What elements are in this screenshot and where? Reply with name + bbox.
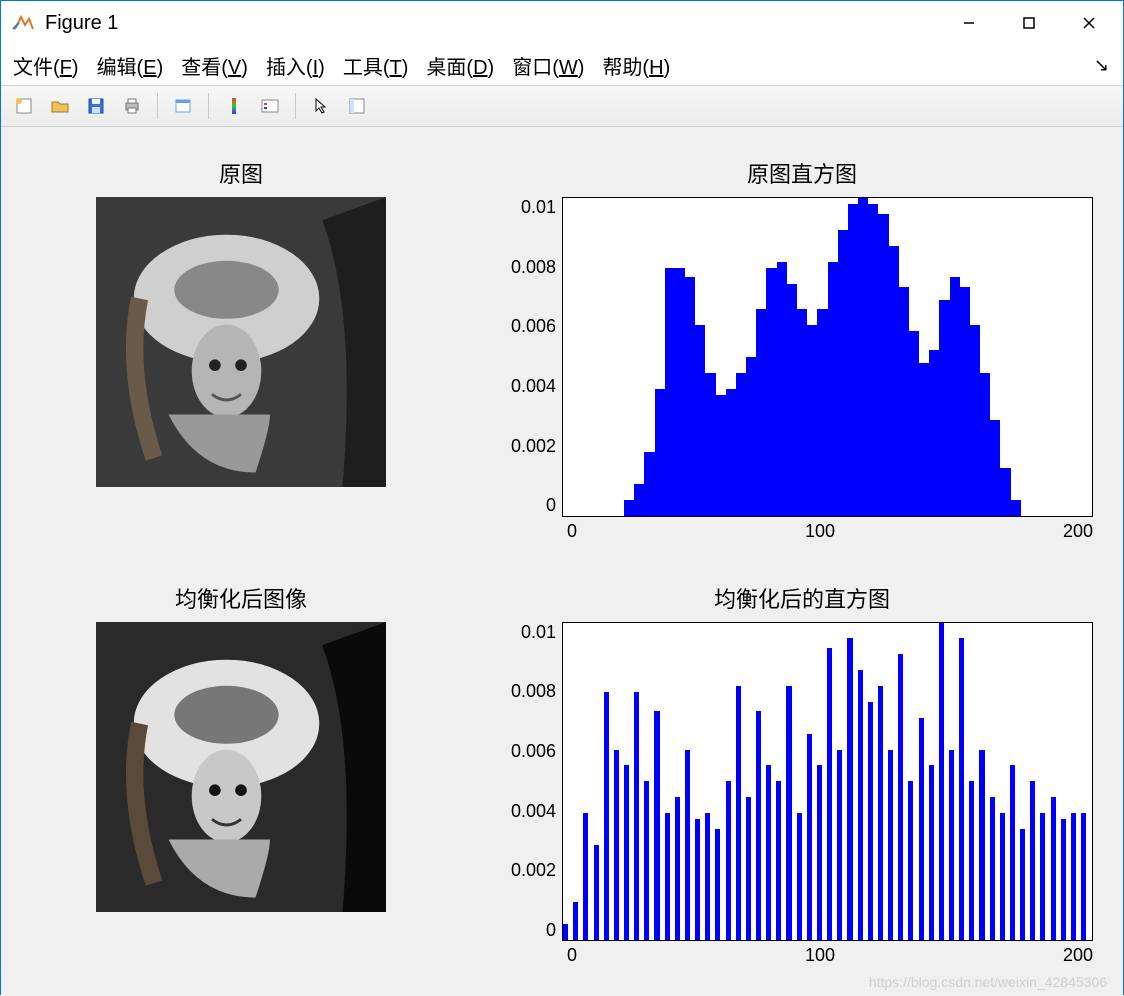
y-tick-label: 0.01 [521,622,556,643]
dock-arrow-icon[interactable]: ↘ [1094,55,1109,76]
y-ticks: 0.01 0.008 0.006 0.004 0.002 0 [511,622,562,942]
x-tick-label: 100 [805,521,835,542]
open-button[interactable] [45,91,75,121]
y-tick-label: 0 [546,920,556,941]
x-ticks: 0 100 200 [567,941,1093,966]
legend-button[interactable] [255,91,285,121]
subplot-equalized-image: 均衡化后图像 [31,582,451,967]
figure-canvas: 原图 原图直方图 0.01 0.008 0 [1,127,1123,996]
x-tick-label: 0 [567,521,577,542]
y-tick-label: 0.008 [511,681,556,702]
menu-desktop[interactable]: 桌面(D) [426,51,494,80]
menubar: 文件(F) 编辑(E) 查看(V) 插入(I) 工具(T) 桌面(D) 窗口(W… [1,45,1123,85]
y-tick-label: 0.01 [521,197,556,218]
axes-equalized-histogram: 0.01 0.008 0.006 0.004 0.002 0 0 100 200 [511,622,1093,967]
maximize-button[interactable] [999,1,1059,45]
menu-help[interactable]: 帮助(H) [602,51,670,80]
minimize-button[interactable] [939,1,999,45]
subplot-title: 均衡化后的直方图 [714,582,890,614]
image-equalized [96,622,386,912]
menu-file[interactable]: 文件(F) [13,51,79,80]
image-original [96,197,386,487]
x-tick-label: 100 [805,945,835,966]
toolbar-separator [295,93,296,119]
close-button[interactable] [1059,1,1119,45]
window-title: Figure 1 [45,12,939,35]
edit-plot-button[interactable] [168,91,198,121]
save-button[interactable] [81,91,111,121]
subplot-original-image: 原图 [31,157,451,542]
toolbar-separator [208,93,209,119]
watermark-text: https://blog.csdn.net/weixin_42845306 [869,974,1107,990]
menu-window[interactable]: 窗口(W) [512,51,584,80]
subplot-equalized-histogram: 均衡化后的直方图 0.01 0.008 0.006 0.004 0.002 0 … [511,582,1093,967]
new-figure-button[interactable] [9,91,39,121]
subplot-original-histogram: 原图直方图 0.01 0.008 0.006 0.004 0.002 0 0 1… [511,157,1093,542]
y-tick-label: 0 [546,495,556,516]
y-tick-label: 0.006 [511,741,556,762]
y-tick-label: 0.004 [511,376,556,397]
pointer-button[interactable] [306,91,336,121]
subplot-title: 原图 [219,157,263,189]
y-tick-label: 0.004 [511,801,556,822]
x-ticks: 0 100 200 [567,517,1093,542]
colorbar-button[interactable] [219,91,249,121]
x-tick-label: 200 [1063,521,1093,542]
toolbar-separator [157,93,158,119]
y-tick-label: 0.002 [511,436,556,457]
axes-original-histogram: 0.01 0.008 0.006 0.004 0.002 0 0 100 200 [511,197,1093,542]
print-button[interactable] [117,91,147,121]
y-tick-label: 0.008 [511,257,556,278]
y-tick-label: 0.006 [511,316,556,337]
menu-edit[interactable]: 编辑(E) [97,51,164,80]
menu-insert[interactable]: 插入(I) [266,51,325,80]
y-tick-label: 0.002 [511,860,556,881]
y-ticks: 0.01 0.008 0.006 0.004 0.002 0 [511,197,562,517]
properties-button[interactable] [342,91,372,121]
toolbar [1,85,1123,127]
x-tick-label: 200 [1063,945,1093,966]
titlebar: Figure 1 [1,1,1123,45]
subplot-title: 原图直方图 [747,157,857,189]
plot-area [562,197,1093,517]
x-tick-label: 0 [567,945,577,966]
menu-view[interactable]: 查看(V) [181,51,248,80]
matlab-icon [11,11,35,35]
plot-area [562,622,1093,942]
subplot-title: 均衡化后图像 [175,582,307,614]
menu-tools[interactable]: 工具(T) [343,51,409,80]
